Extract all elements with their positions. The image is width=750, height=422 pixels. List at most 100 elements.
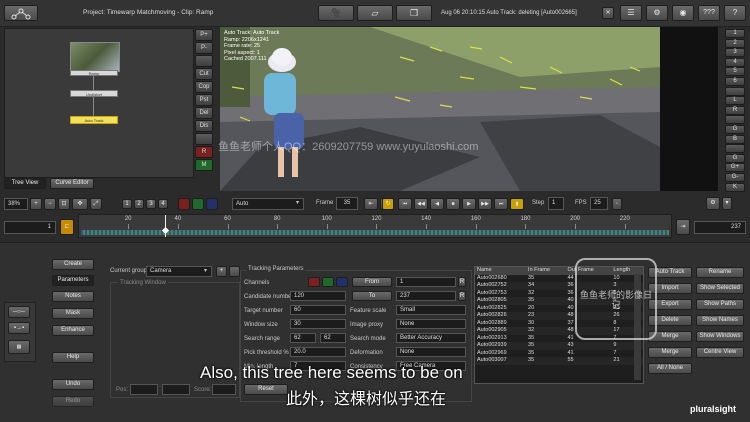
node-thumbnail[interactable] xyxy=(70,42,120,72)
tracker-display-button[interactable]: Show Selected xyxy=(696,283,744,294)
search-field-b[interactable]: 62 xyxy=(320,333,346,343)
list-view-button[interactable]: ☰ xyxy=(620,5,642,21)
viewer-channel-button[interactable]: B xyxy=(725,134,745,144)
channel-2-button[interactable]: 2 xyxy=(134,199,144,209)
viewer-channel-button[interactable]: L xyxy=(725,96,745,106)
tracker-display-button[interactable]: Show Names xyxy=(696,315,744,326)
viewer-channel-button[interactable]: G+ xyxy=(725,163,745,173)
channel-3-button[interactable]: 3 xyxy=(146,199,156,209)
to-button[interactable]: To xyxy=(352,291,392,301)
node-tool-button[interactable]: Dis xyxy=(195,120,213,132)
table-row[interactable]: Auto003007 35 55 21 xyxy=(475,357,643,365)
tracker-display-button[interactable]: Show Paths xyxy=(696,299,744,310)
window-field[interactable]: 30 xyxy=(290,319,346,329)
tracker-display-button[interactable]: Rename xyxy=(696,267,744,278)
camera-view-button[interactable]: 🎥 xyxy=(318,5,354,21)
zoom-in-button[interactable]: + xyxy=(30,198,42,210)
from-reset-button[interactable]: R xyxy=(458,277,466,287)
playback-button[interactable]: ▶▶ xyxy=(478,198,492,210)
viewer-channel-button[interactable]: 2 xyxy=(725,38,745,48)
node-tool-button[interactable]: P+ xyxy=(195,29,213,41)
color-red-button[interactable] xyxy=(178,198,190,210)
tracker-column-header[interactable]: Name xyxy=(475,267,526,275)
score-field[interactable] xyxy=(212,384,236,395)
viewer-channel-button[interactable]: G xyxy=(725,125,745,134)
tracker-action-button[interactable]: All / None xyxy=(648,363,692,374)
threshold-field[interactable]: 20.0 xyxy=(290,347,346,357)
node-tool-button[interactable] xyxy=(195,133,213,145)
from-button[interactable]: From xyxy=(352,277,392,287)
display-mode-select[interactable]: Auto xyxy=(232,198,304,210)
tracker-column-header[interactable]: In Frame xyxy=(526,267,565,275)
node-graph-button[interactable] xyxy=(4,5,38,21)
viewer-channel-button[interactable]: 3 xyxy=(725,48,745,58)
node-tool-button[interactable]: Del xyxy=(195,107,213,119)
channel-red-toggle[interactable] xyxy=(308,277,320,287)
viewer-channel-button[interactable] xyxy=(725,86,745,96)
candidate-field[interactable]: 120 xyxy=(290,291,346,301)
enhance-button[interactable]: Enhance xyxy=(52,325,94,336)
pan-button[interactable]: ✥ xyxy=(72,198,88,210)
viewer-channel-button[interactable]: G xyxy=(725,153,745,163)
channel-4-button[interactable]: 4 xyxy=(158,199,168,209)
step-field[interactable]: 1 xyxy=(548,197,564,210)
current-group-select[interactable]: Camera xyxy=(146,266,212,277)
playback-button[interactable]: ▮ xyxy=(510,198,524,210)
viewer-channel-button[interactable]: R xyxy=(725,105,745,115)
viewer-channel-button[interactable]: 4 xyxy=(725,57,745,67)
tracker-action-button[interactable]: Merge xyxy=(648,347,692,358)
node-tool-button[interactable]: Cut xyxy=(195,68,213,80)
feature-select[interactable]: Small xyxy=(396,305,466,315)
fit-view-button[interactable]: ⊡ xyxy=(58,198,70,210)
playback-button[interactable]: ⏮ xyxy=(398,198,412,210)
node-tool-button[interactable]: M xyxy=(195,159,213,171)
node-tool-button[interactable]: R xyxy=(195,146,213,158)
start-frame-field[interactable]: 1 xyxy=(4,221,56,234)
tab-tree-view[interactable]: Tree View xyxy=(4,178,46,189)
playback-button[interactable]: ◀◀ xyxy=(414,198,428,210)
playback-button[interactable]: ◀ xyxy=(430,198,444,210)
viewer-channel-button[interactable]: 5 xyxy=(725,67,745,77)
to-field[interactable]: 237 xyxy=(396,291,456,301)
node-ramp[interactable]: Ramp xyxy=(70,70,118,76)
undo-button[interactable]: Undo xyxy=(52,379,94,390)
zoom-field[interactable]: 38% xyxy=(4,198,28,210)
playback-button[interactable]: ■ xyxy=(446,198,460,210)
help-button[interactable]: ??? xyxy=(698,5,720,21)
playback-button[interactable]: ▶ xyxy=(462,198,476,210)
table-row[interactable]: Auto002969 35 41 7 xyxy=(475,350,643,358)
search-field-a[interactable]: 62 xyxy=(290,333,316,343)
viewer-panel[interactable]: Auto Track: Auto Track Ramp: 2206x1241 Fra… xyxy=(220,27,718,191)
proxy-select[interactable]: None xyxy=(396,319,466,329)
settings-button[interactable]: ⚙ xyxy=(646,5,668,21)
viewer-channel-button[interactable]: 6 xyxy=(725,77,745,86)
pos-field-x[interactable] xyxy=(130,384,158,395)
node-undistort[interactable]: Undistort xyxy=(70,90,118,97)
playback-button[interactable]: ⏭ xyxy=(494,198,508,210)
fps-field[interactable]: 25 xyxy=(590,197,608,210)
fps-lock-button[interactable]: ◦ xyxy=(612,198,622,210)
key-marker-button[interactable]: ⊏ xyxy=(60,219,74,235)
tracker-display-button[interactable]: Show Windows xyxy=(696,331,744,342)
clips-view-button[interactable]: ❐ xyxy=(396,5,432,21)
viewer-channel-button[interactable]: G- xyxy=(725,173,745,182)
go-start-button[interactable]: ⇤ xyxy=(364,198,378,210)
node-tool-button[interactable]: Cop xyxy=(195,81,213,93)
zoom-out-button[interactable]: − xyxy=(44,198,56,210)
channel-1-button[interactable]: 1 xyxy=(122,199,132,209)
help-panel-button[interactable]: Help xyxy=(52,352,94,363)
frame-field[interactable]: 35 xyxy=(336,197,358,210)
color-green-button[interactable] xyxy=(192,198,204,210)
link-tool-button[interactable]: ▪→▪ xyxy=(8,322,30,334)
collapse-button[interactable]: ▾ xyxy=(722,197,732,210)
target-field[interactable]: 60 xyxy=(290,305,346,315)
viewer-channel-button[interactable] xyxy=(725,144,745,154)
snapshot-button[interactable]: ◉ xyxy=(672,5,694,21)
clip-settings-button[interactable]: ⚙ xyxy=(706,197,720,210)
color-blue-button[interactable] xyxy=(206,198,218,210)
reset-button[interactable]: Reset xyxy=(244,384,288,395)
channel-blue-toggle[interactable] xyxy=(336,277,348,287)
add-group-button[interactable]: + xyxy=(216,266,227,277)
viewer-channel-button[interactable] xyxy=(725,115,745,125)
mask-button[interactable]: Mask xyxy=(52,308,94,319)
